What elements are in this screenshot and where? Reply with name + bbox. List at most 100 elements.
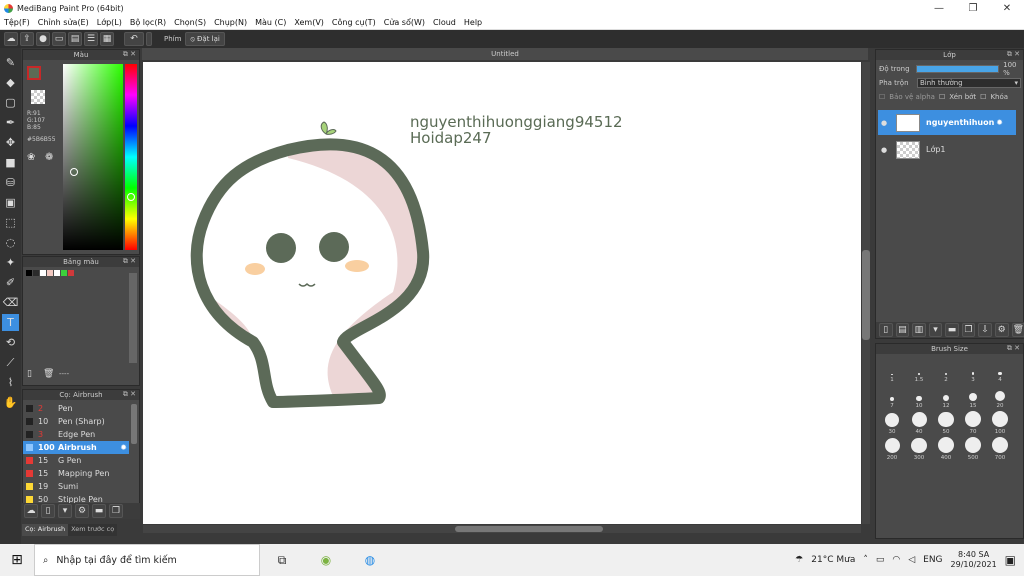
taskbar-search-box[interactable]: ⌕ Nhập tại đây để tìm kiếm (34, 544, 260, 576)
reset-button[interactable]: ⦸ Đặt lại (185, 32, 225, 46)
gradient-tool-icon[interactable]: ▣ (2, 194, 19, 211)
tab-brush[interactable]: Cọ: Airbrush (22, 524, 69, 536)
comment-icon[interactable]: ● (36, 32, 50, 46)
maximize-button[interactable]: ❐ (956, 0, 990, 16)
brush-item[interactable]: 10 Pen (Sharp) (23, 415, 129, 428)
cloud-icon[interactable]: ☁ (4, 32, 18, 46)
menu-filter[interactable]: Bộ lọc(R) (126, 18, 170, 27)
palette-icon[interactable]: ❀ (27, 152, 35, 163)
merge-layer-icon[interactable]: ⇩ (978, 323, 992, 337)
weather-icon[interactable]: ☂ (795, 555, 803, 565)
notification-icon[interactable]: ▣ (1005, 553, 1016, 567)
close-button[interactable]: ✕ (990, 0, 1024, 16)
brush-item[interactable]: 3 Edge Pen (23, 428, 129, 441)
brush-size-cell[interactable]: 30 (879, 409, 905, 435)
brush-size-cell[interactable]: 300 (906, 435, 932, 461)
panel-close-icon[interactable]: ⧉ ✕ (123, 257, 136, 266)
color-mix-icon[interactable]: ❁ (45, 152, 53, 163)
hand-tool-icon[interactable]: ✋ (2, 394, 19, 411)
menu-capture[interactable]: Chụp(N) (210, 18, 251, 27)
clock[interactable]: 8:40 SA 29/10/2021 (951, 550, 997, 570)
select-tool-icon[interactable]: ⬚ (2, 214, 19, 231)
magic-wand-icon[interactable]: ✦ (2, 254, 19, 271)
brush-size-cell[interactable]: 4 (987, 357, 1013, 383)
undo-icon[interactable]: ↶ (124, 32, 144, 46)
menu-edit[interactable]: Chỉnh sửa(E) (34, 18, 93, 27)
menu-color[interactable]: Màu (C) (251, 18, 290, 27)
brush-item[interactable]: 15 Mapping Pen (23, 467, 129, 480)
delete-swatch-icon[interactable]: 🗑 (43, 369, 54, 379)
pen-tool-icon[interactable]: ✒ (2, 114, 19, 131)
brush-size-cell[interactable]: 50 (933, 409, 959, 435)
menu-cloud[interactable]: Cloud (429, 18, 460, 27)
background-color-swatch[interactable] (31, 90, 45, 104)
add-layer-dropdown-icon[interactable]: ▾ (928, 323, 943, 337)
canvas-horizontal-scroll-thumb[interactable] (455, 526, 603, 532)
medibang-task-icon[interactable]: ◉ (304, 544, 348, 576)
panel-close-icon[interactable]: ⧉ ✕ (123, 50, 136, 59)
layer-folder-icon[interactable]: ▬ (945, 323, 959, 337)
new-halftone-layer-icon[interactable]: ▤ (895, 323, 910, 337)
page-icon[interactable]: ▤ (68, 32, 82, 46)
list-icon[interactable]: ☰ (84, 32, 98, 46)
operation-tool-icon[interactable]: ⟲ (2, 334, 19, 351)
sv-picker-handle[interactable] (70, 168, 78, 176)
brush-dropdown-icon[interactable]: ▾ (58, 504, 72, 518)
grid-icon[interactable]: ▦ (100, 32, 114, 46)
delete-layer-icon[interactable]: 🗑 (1011, 323, 1024, 337)
menu-layer[interactable]: Lớp(L) (93, 18, 126, 27)
panel-close-icon[interactable]: ⧉ ✕ (123, 390, 136, 399)
brush-size-cell[interactable]: 12 (933, 383, 959, 409)
palette-swatch[interactable] (47, 270, 53, 276)
brush-list-scrollbar[interactable] (131, 404, 137, 444)
brush-size-cell[interactable]: 2 (933, 357, 959, 383)
move-tool-icon[interactable]: ✥ (2, 134, 19, 151)
cloud-brush-icon[interactable]: ☁ (24, 504, 38, 518)
palette-swatch[interactable] (40, 270, 46, 276)
select-eraser-icon[interactable]: ⌫ (2, 294, 19, 311)
clipping-checkbox[interactable]: ☐ (939, 93, 945, 101)
minimize-button[interactable]: — (922, 0, 956, 16)
brush-size-cell[interactable]: 500 (960, 435, 986, 461)
windows-start-icon[interactable]: ⊞ (0, 544, 34, 576)
brush-size-cell[interactable]: 40 (906, 409, 932, 435)
text-tool-icon[interactable]: T (2, 314, 19, 331)
export-icon[interactable]: ⇪ (20, 32, 34, 46)
brush-item[interactable]: 100 Airbrush ✹ (23, 441, 129, 454)
volume-icon[interactable]: ◁ (908, 555, 915, 565)
panel-close-icon[interactable]: ⧉ ✕ (1007, 50, 1020, 59)
layer-settings-icon[interactable]: ⚙ (994, 323, 1009, 337)
blend-mode-select[interactable]: Bình thường ▾ (917, 78, 1021, 88)
chevron-up-icon[interactable]: ˄ (863, 555, 868, 565)
palette-swatch[interactable] (61, 270, 67, 276)
panel-close-icon[interactable]: ⧉ ✕ (1007, 344, 1020, 353)
hue-slider[interactable] (125, 64, 137, 250)
task-view-icon[interactable]: ⧉ (260, 544, 304, 576)
layer-visibility-icon[interactable]: ● (878, 119, 890, 127)
protect-alpha-checkbox[interactable]: ☐ (879, 93, 885, 101)
undo-dropdown-icon[interactable] (146, 32, 152, 46)
gear-icon[interactable]: ✹ (996, 118, 1003, 127)
duplicate-layer-icon[interactable]: ❐ (961, 323, 976, 337)
brush-size-cell[interactable]: 3 (960, 357, 986, 383)
layer-row-text[interactable]: ● nguyenthihuon ✹ (878, 110, 1016, 135)
canvas-tab-title[interactable]: Untitled (142, 48, 868, 60)
menu-help[interactable]: Help (460, 18, 486, 27)
weather-text[interactable]: 21°C Mưa (811, 555, 855, 565)
hue-slider-handle[interactable] (127, 193, 135, 201)
chat-icon[interactable]: ▭ (52, 32, 66, 46)
opacity-slider[interactable] (916, 65, 1000, 73)
foreground-color-swatch[interactable] (27, 66, 41, 80)
saturation-value-picker[interactable] (63, 64, 123, 250)
tab-brush-preview[interactable]: Xem trước cọ (68, 524, 118, 536)
brush-size-cell[interactable]: 700 (987, 435, 1013, 461)
divide-tool-icon[interactable]: ⟋ (2, 354, 19, 371)
brush-size-cell[interactable]: 1.5 (906, 357, 932, 383)
wifi-icon[interactable]: ◠ (892, 555, 900, 565)
brush-settings-icon[interactable]: ⚙ (75, 504, 89, 518)
palette-swatch[interactable] (26, 270, 32, 276)
brush-size-cell[interactable]: 15 (960, 383, 986, 409)
menu-view[interactable]: Xem(V) (290, 18, 328, 27)
brush-size-cell[interactable]: 7 (879, 383, 905, 409)
language-indicator[interactable]: ENG (923, 555, 942, 565)
